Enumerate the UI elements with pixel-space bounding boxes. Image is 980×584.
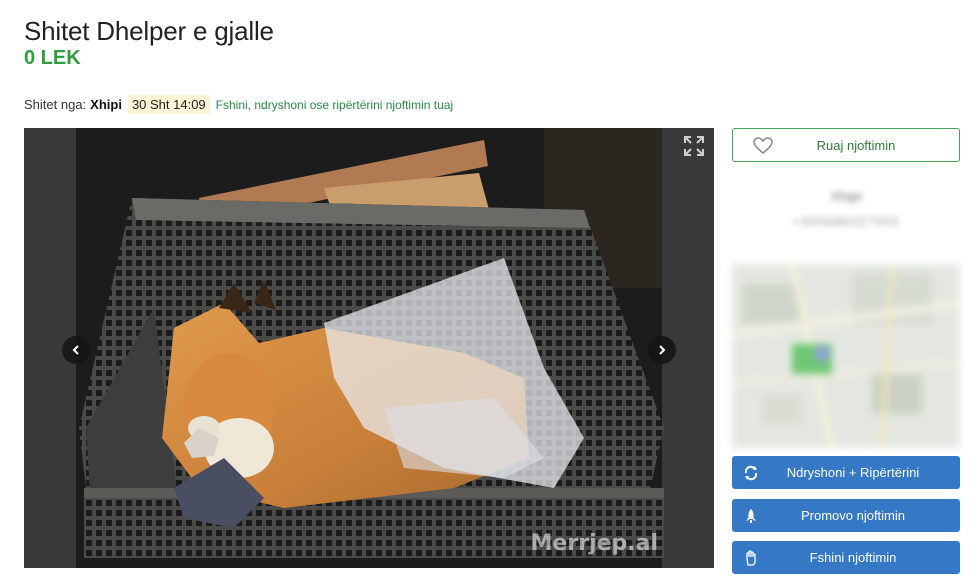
next-photo-button[interactable] bbox=[648, 336, 676, 364]
seller-name[interactable]: Xhipi bbox=[90, 97, 122, 112]
rocket-icon bbox=[742, 507, 760, 525]
map-image bbox=[732, 264, 960, 448]
post-date: 30 Sht 14:09 bbox=[127, 95, 210, 114]
prev-photo-button[interactable] bbox=[62, 336, 90, 364]
expand-icon[interactable] bbox=[682, 134, 706, 158]
promote-listing-button[interactable]: Promovo njoftimin bbox=[732, 499, 960, 532]
delete-listing-label: Fshini njoftimin bbox=[809, 550, 897, 565]
listing-photo bbox=[24, 128, 714, 568]
promote-listing-label: Promovo njoftimin bbox=[800, 508, 906, 523]
photo-watermark: Merrjep.al bbox=[530, 531, 658, 556]
photo-gallery[interactable]: Merrjep.al bbox=[24, 128, 714, 568]
hand-icon bbox=[742, 549, 760, 567]
listing-meta: Shitet nga: Xhipi 30 Sht 14:09 Fshini, n… bbox=[24, 95, 453, 114]
manage-listing-link[interactable]: Fshini, ndryshoni ose ripërtërini njofti… bbox=[216, 98, 453, 112]
location-map[interactable] bbox=[732, 264, 960, 448]
seller-contact: Xhipi +355686227552 bbox=[732, 188, 960, 229]
listing-title: Shitet Dhelper e gjalle bbox=[24, 16, 274, 46]
edit-renew-button[interactable]: Ndryshoni + Ripërtërini bbox=[732, 456, 960, 489]
contact-phone[interactable]: +355686227552 bbox=[732, 214, 960, 229]
refresh-icon bbox=[742, 464, 760, 482]
heart-icon bbox=[753, 137, 773, 154]
listing-price: 0 LEK bbox=[24, 47, 81, 69]
contact-name: Xhipi bbox=[830, 188, 862, 204]
sold-by-label: Shitet nga: bbox=[24, 97, 87, 112]
chevron-left-icon bbox=[72, 345, 79, 355]
chevron-right-icon bbox=[659, 345, 666, 355]
delete-listing-button[interactable]: Fshini njoftimin bbox=[732, 541, 960, 574]
edit-renew-label: Ndryshoni + Ripërtërini bbox=[786, 465, 920, 480]
save-listing-button[interactable]: Ruaj njoftimin bbox=[732, 128, 960, 162]
